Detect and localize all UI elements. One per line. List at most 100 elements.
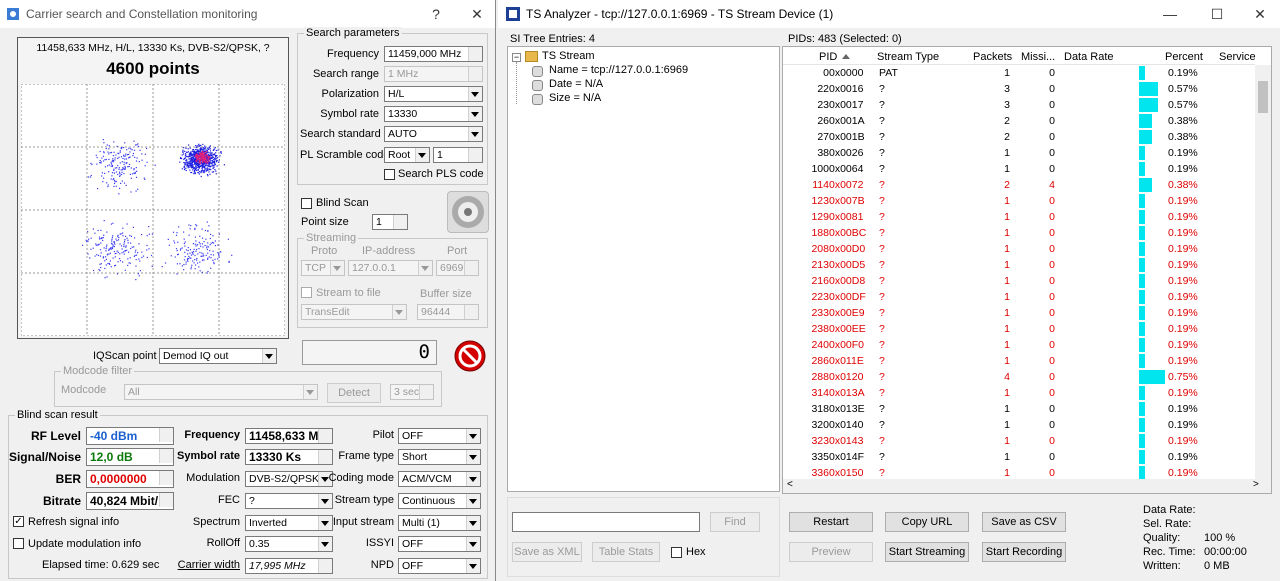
help-button[interactable]: ? <box>414 0 458 28</box>
table-row[interactable]: 288 0x0120? 4 0 0.75% <box>783 369 1255 385</box>
collapse-icon[interactable]: − <box>512 53 521 62</box>
preview-button[interactable]: Preview <box>789 542 873 562</box>
copy-url-button[interactable]: Copy URL <box>885 512 969 532</box>
detect-time-field[interactable]: 3 sec <box>390 384 434 400</box>
si-tree[interactable]: − TS Stream Name = tcp://127.0.0.1:6969 … <box>507 46 780 492</box>
frame-type-select[interactable]: Short <box>398 449 481 465</box>
vertical-scrollbar[interactable] <box>1255 65 1271 479</box>
tree-item[interactable]: Size = N/A <box>549 92 601 104</box>
table-row[interactable]: 335 0x014F? 1 0 0.19% <box>783 449 1255 465</box>
col-pid[interactable]: PID <box>819 51 837 63</box>
fec-select[interactable]: ? <box>245 493 333 509</box>
start-streaming-button[interactable]: Start Streaming <box>885 542 969 562</box>
tree-item[interactable]: Name = tcp://127.0.0.1:6969 <box>549 64 688 76</box>
table-row[interactable]: 240 0x00F0? 1 0 0.19% <box>783 337 1255 353</box>
search-pls-checkbox[interactable] <box>384 169 395 180</box>
pl-mode-select[interactable]: Root <box>384 147 430 163</box>
refresh-signal-checkbox[interactable]: ✓ <box>13 516 24 527</box>
modulation-select[interactable]: DVB-S2/QPSK <box>245 471 333 487</box>
symbol-rate-select[interactable]: 13330 <box>384 106 483 122</box>
col-stream-type[interactable]: Stream Type <box>877 51 939 63</box>
table-row[interactable]: 320 0x0140? 1 0 0.19% <box>783 417 1255 433</box>
coding-mode-select[interactable]: ACM/VCM <box>398 471 481 487</box>
table-row[interactable]: 336 0x0150? 1 0 0.19% <box>783 465 1255 479</box>
find-input[interactable] <box>512 512 700 532</box>
issyi-select[interactable]: OFF <box>398 536 481 552</box>
table-row[interactable]: 123 0x007B? 1 0 0.19% <box>783 193 1255 209</box>
carrier-width-label[interactable]: Carrier width <box>170 559 240 571</box>
table-row[interactable]: 26 0x001A? 2 0 0.38% <box>783 113 1255 129</box>
detect-button[interactable]: Detect <box>327 383 381 403</box>
stream-to-file-checkbox[interactable] <box>301 287 312 298</box>
scroll-right-icon[interactable]: > <box>1253 479 1259 490</box>
proto-select[interactable]: TCP <box>301 260 345 276</box>
pid-table[interactable]: PID Stream Type Packets Missi... Data Ra… <box>782 46 1272 494</box>
point-size-field[interactable]: 1 <box>372 214 408 230</box>
ber-field[interactable]: 0,0000000 <box>86 470 174 488</box>
table-stats-button[interactable]: Table Stats <box>592 542 660 562</box>
horizontal-scrollbar[interactable]: < > <box>783 479 1271 493</box>
table-row[interactable]: 223 0x00DF? 1 0 0.19% <box>783 289 1255 305</box>
minimize-icon[interactable]: — <box>1148 0 1192 28</box>
table-row[interactable]: 213 0x00D5? 1 0 0.19% <box>783 257 1255 273</box>
carrier-width-field[interactable]: 17,995 MHz <box>245 558 333 574</box>
result-symbol-rate-field[interactable]: 13330 Ks <box>245 449 333 465</box>
col-service[interactable]: Service <box>1219 51 1256 63</box>
pilot-select[interactable]: OFF <box>398 428 481 444</box>
table-row[interactable]: 188 0x00BC? 1 0 0.19% <box>783 225 1255 241</box>
table-row[interactable]: 129 0x0081? 1 0 0.19% <box>783 209 1255 225</box>
table-row[interactable]: 114 0x0072? 2 4 0.38% <box>783 177 1255 193</box>
rolloff-select[interactable]: 0.35 <box>245 536 333 552</box>
table-row[interactable]: 314 0x013A? 1 0 0.19% <box>783 385 1255 401</box>
port-field[interactable]: 6969 <box>436 260 479 276</box>
table-row[interactable]: 22 0x0016? 3 0 0.57% <box>783 81 1255 97</box>
table-row[interactable]: 0 0x0000 PAT 1 0 0.19% <box>783 65 1255 81</box>
table-row[interactable]: 323 0x0143? 1 0 0.19% <box>783 433 1255 449</box>
signal-noise-field[interactable]: 12,0 dB <box>86 448 174 466</box>
blind-scan-checkbox[interactable] <box>301 198 312 209</box>
ip-address-select[interactable]: 127.0.0.1 <box>348 260 433 276</box>
stream-type-select[interactable]: Continuous <box>398 493 481 509</box>
frequency-field[interactable]: 11459,000 MHz <box>384 46 483 62</box>
col-data-rate[interactable]: Data Rate <box>1064 51 1114 63</box>
buffer-size-field[interactable]: 96444 <box>417 304 479 320</box>
col-percent[interactable]: Percent <box>1165 51 1203 63</box>
tree-root[interactable]: TS Stream <box>542 50 595 62</box>
table-row[interactable]: 238 0x00EE? 1 0 0.19% <box>783 321 1255 337</box>
tree-item[interactable]: Date = N/A <box>549 78 603 90</box>
search-standard-select[interactable]: AUTO <box>384 126 483 142</box>
search-range-field[interactable]: 1 MHz <box>384 66 483 82</box>
table-row[interactable]: 216 0x00D8? 1 0 0.19% <box>783 273 1255 289</box>
spectrum-select[interactable]: Inverted <box>245 515 333 531</box>
stop-button[interactable] <box>452 339 488 373</box>
table-row[interactable]: 318 0x013E? 1 0 0.19% <box>783 401 1255 417</box>
npd-select[interactable]: OFF <box>398 558 481 574</box>
dish-logo-button[interactable] <box>447 191 489 233</box>
close-icon[interactable]: ✕ <box>1238 0 1280 28</box>
save-csv-button[interactable]: Save as CSV <box>982 512 1066 532</box>
start-recording-button[interactable]: Start Recording <box>982 542 1066 562</box>
rf-level-field[interactable]: -40 dBm <box>86 427 174 445</box>
table-row[interactable]: 208 0x00D0? 1 0 0.19% <box>783 241 1255 257</box>
table-row[interactable]: 100 0x0064? 1 0 0.19% <box>783 161 1255 177</box>
find-button[interactable]: Find <box>710 512 760 532</box>
result-frequency-field[interactable]: 11458,633 MH <box>245 428 333 444</box>
iqscan-select[interactable]: Demod IQ out <box>159 348 277 364</box>
table-row[interactable]: 27 0x001B? 2 0 0.38% <box>783 129 1255 145</box>
scroll-left-icon[interactable]: < <box>787 479 793 490</box>
file-format-select[interactable]: TransEdit <box>301 304 407 320</box>
restart-button[interactable]: Restart <box>789 512 873 532</box>
close-button[interactable]: ✕ <box>455 0 499 28</box>
pl-code-field[interactable]: 1 <box>433 147 483 163</box>
input-stream-select[interactable]: Multi (1) <box>398 515 481 531</box>
save-xml-button[interactable]: Save as XML <box>512 542 582 562</box>
maximize-icon[interactable]: ☐ <box>1195 0 1239 28</box>
bitrate-field[interactable]: 40,824 Mbit/ <box>86 492 174 510</box>
hex-checkbox[interactable] <box>671 547 682 558</box>
update-modulation-checkbox[interactable] <box>13 538 24 549</box>
col-missing[interactable]: Missi... <box>1021 51 1055 63</box>
modcode-select[interactable]: All <box>124 384 318 400</box>
col-packets[interactable]: Packets <box>973 51 1012 63</box>
polarization-select[interactable]: H/L <box>384 86 483 102</box>
table-row[interactable]: 38 0x0026? 1 0 0.19% <box>783 145 1255 161</box>
